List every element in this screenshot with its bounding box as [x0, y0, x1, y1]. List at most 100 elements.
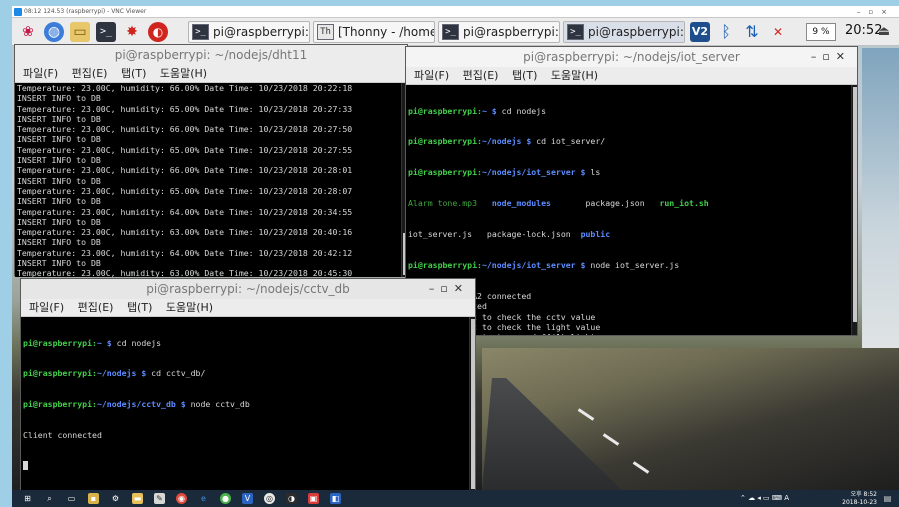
notepad-icon[interactable]: ✎	[154, 493, 165, 504]
network-icon[interactable]: ⇅	[742, 22, 762, 42]
pdf-viewer-icon[interactable]: ▣	[308, 493, 319, 504]
bluetooth-icon[interactable]: ᛒ	[716, 22, 736, 42]
terminal-output[interactable]: pi@raspberrypi:~ $ cd nodejs pi@raspberr…	[21, 317, 475, 493]
terminal-line: INSERT INFO to DB	[17, 93, 101, 104]
terminal-line: INSERT INFO to DB	[17, 175, 101, 186]
terminal-line: INSERT INFO to DB	[17, 134, 101, 145]
volume-muted-icon[interactable]: ✕	[768, 22, 788, 42]
search-icon[interactable]: ⌕	[44, 493, 55, 504]
task-terminal-1[interactable]: >_ pi@raspberrypi: ~/...	[188, 21, 310, 43]
terminal-line: Alarm tone.mp3 node_modules package.json…	[408, 198, 709, 209]
terminal-line: Temperature: 23.00C, humidity: 64.00% Da…	[17, 206, 353, 217]
terminal-line: Temperature: 23.00C, humidity: 65.00% Da…	[17, 185, 353, 196]
file-manager-icon[interactable]: ▭	[70, 22, 90, 42]
wallpaper-sky	[862, 48, 899, 348]
task-label: pi@raspberrypi: ~/...	[463, 25, 559, 39]
terminal-window-dht11: pi@raspberrypi: ~/nodejs/dht11 파일(F) 편집(…	[14, 44, 408, 277]
menu-edit[interactable]: 편집(E)	[72, 67, 108, 80]
menu-help[interactable]: 도움말(H)	[160, 67, 207, 80]
terminal-icon: >_	[567, 24, 584, 40]
window-title: pi@raspberrypi: ~/nodejs/dht11	[114, 48, 308, 62]
menu-tab[interactable]: 탭(T)	[121, 67, 146, 80]
terminal-output[interactable]: Temperature: 23.00C, humidity: 66.00% Da…	[15, 83, 407, 277]
window-titlebar[interactable]: pi@raspberrypi: ~/nodejs/cctv_db –▫✕	[21, 279, 475, 299]
system-tray-icons[interactable]: ⌃ ☁ ◂ ▭ ⌨ A	[740, 493, 800, 504]
chrome-icon[interactable]: ◉	[176, 493, 187, 504]
terminal-launcher-icon[interactable]: >_	[96, 22, 116, 42]
window-title: pi@raspberrypi: ~/nodejs/cctv_db	[146, 282, 350, 296]
task-label: pi@raspberrypi: ~/...	[588, 25, 684, 39]
menu-file[interactable]: 파일(F)	[23, 67, 58, 80]
scrollbar-thumb[interactable]	[853, 87, 857, 322]
terminal-line: pi@raspberrypi:~ $ cd nodejs	[23, 337, 162, 348]
raspberry-pi-panel: ❀ ◍ ▭ >_ ✸ ◐ >_ pi@raspberrypi: ~/... Th…	[12, 18, 899, 46]
window-titlebar[interactable]: pi@raspberrypi: ~/nodejs/dht11	[15, 45, 407, 65]
menu-edit[interactable]: 편집(E)	[78, 301, 114, 314]
terminal-line: INSERT INFO to DB	[17, 113, 101, 124]
terminal-line: INSERT INFO to DB	[17, 237, 101, 248]
web-browser-icon[interactable]: ◍	[44, 22, 64, 42]
windows-start-icon[interactable]: ⊞	[22, 493, 33, 504]
terminal-line: INSERT INFO to DB	[17, 216, 101, 227]
terminal-line	[23, 461, 475, 471]
vnc-server-icon[interactable]: V2	[690, 22, 710, 42]
edge-icon[interactable]: e	[198, 493, 209, 504]
menu-edit[interactable]: 편집(E)	[463, 69, 499, 82]
terminal-icon: >_	[192, 24, 209, 40]
mathematica-icon[interactable]: ✸	[122, 22, 142, 42]
terminal-line: pi@raspberrypi:~/nodejs/cctv_db $ node c…	[23, 399, 250, 410]
scrollbar-thumb[interactable]	[471, 319, 475, 489]
terminal-line: Temperature: 23.00C, humidity: 63.00% Da…	[17, 268, 353, 277]
scrollbar[interactable]	[469, 317, 475, 493]
terminal-line: Temperature: 23.00C, humidity: 65.00% Da…	[17, 103, 353, 114]
media-player-icon[interactable]: ◑	[286, 493, 297, 504]
vnc-app-icon	[14, 8, 22, 16]
terminal-line: pi@raspberrypi:~/nodejs/iot_server $ ls	[408, 167, 601, 178]
cpu-usage-indicator: 9 %	[806, 23, 836, 41]
terminal-line: Temperature: 23.00C, humidity: 65.00% Da…	[17, 144, 353, 155]
menu-help[interactable]: 도움말(H)	[551, 69, 598, 82]
menubar: 파일(F) 편집(E) 탭(T) 도움말(H)	[21, 299, 475, 317]
window-controls[interactable]: –▫✕	[811, 47, 851, 67]
menu-help[interactable]: 도움말(H)	[166, 301, 213, 314]
menu-file[interactable]: 파일(F)	[29, 301, 64, 314]
scrollbar[interactable]	[851, 85, 857, 335]
menu-tab[interactable]: 탭(T)	[127, 301, 152, 314]
terminal-line: Temperature: 23.00C, humidity: 64.00% Da…	[17, 247, 353, 258]
file-explorer-icon[interactable]: ▬	[132, 493, 143, 504]
android-app-icon[interactable]: ●	[220, 493, 231, 504]
raspberry-menu-icon[interactable]: ❀	[18, 22, 38, 42]
vnc-window-controls[interactable]: –▫×	[857, 6, 895, 18]
wolfram-icon[interactable]: ◐	[148, 22, 168, 42]
windows-taskbar: ⊞ ⌕ ▭ ▪ ⚙ ▬ ✎ ◉ e ● V ◎ ◑ ▣ ◧ ⌃ ☁ ◂ ▭ ⌨ …	[12, 490, 899, 507]
action-center-icon[interactable]: ▤	[882, 493, 893, 504]
terminal-line: Temperature: 23.00C, humidity: 66.00% Da…	[17, 83, 353, 93]
task-terminal-2[interactable]: >_ pi@raspberrypi: ~/...	[438, 21, 560, 43]
terminal-line: pi@raspberrypi:~/nodejs $ cd iot_server/	[408, 136, 606, 147]
task-label: pi@raspberrypi: ~/...	[213, 25, 309, 39]
window-controls[interactable]: –▫✕	[429, 279, 469, 299]
terminal-line: Temperature: 23.00C, humidity: 66.00% Da…	[17, 124, 353, 135]
terminal-line: pi@raspberrypi:~ $ cd nodejs	[408, 105, 547, 116]
terminal-line: pi@raspberrypi:~/nodejs $ cd cctv_db/	[23, 368, 206, 379]
eject-icon[interactable]: ⏏	[874, 22, 894, 42]
settings-gear-icon[interactable]: ⚙	[110, 493, 121, 504]
vnc-titlebar: 08:12 124.53 (raspberrypi) - VNC Viewer …	[12, 6, 899, 18]
taskbar-clock[interactable]: 오후 8:52 2018-10-23	[842, 490, 877, 507]
vnc-viewer-icon[interactable]: V	[242, 493, 253, 504]
task-terminal-3[interactable]: >_ pi@raspberrypi: ~/...	[563, 21, 685, 43]
terminal-icon: >_	[442, 24, 459, 40]
task-label: [Thonny - /home/...	[338, 25, 434, 39]
task-thonny[interactable]: Th [Thonny - /home/...	[313, 21, 435, 43]
visual-studio-icon[interactable]: ◧	[330, 493, 341, 504]
menu-tab[interactable]: 탭(T)	[512, 69, 537, 82]
terminal-line: Temperature: 23.00C, humidity: 63.00% Da…	[17, 227, 353, 238]
terminal-line: pi@raspberrypi:~/nodejs/iot_server $ nod…	[408, 260, 680, 271]
menu-file[interactable]: 파일(F)	[414, 69, 449, 82]
app-circle-icon[interactable]: ◎	[264, 493, 275, 504]
store-icon[interactable]: ▪	[88, 493, 99, 504]
task-view-icon[interactable]: ▭	[66, 493, 77, 504]
terminal-line: INSERT INFO to DB	[17, 196, 101, 207]
window-titlebar[interactable]: pi@raspberrypi: ~/nodejs/iot_server –▫✕	[406, 47, 857, 67]
thonny-icon: Th	[317, 24, 334, 40]
